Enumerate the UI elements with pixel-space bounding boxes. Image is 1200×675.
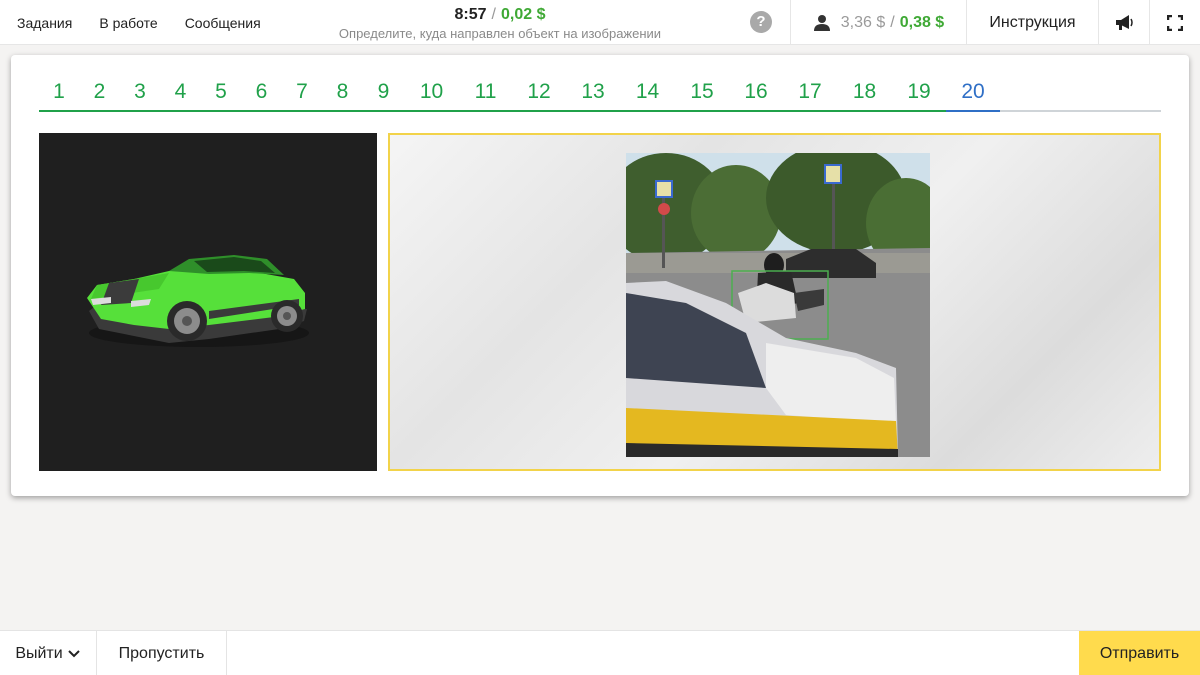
tab-12[interactable]: 12 xyxy=(512,75,566,112)
tab-20[interactable]: 20 xyxy=(946,75,1000,112)
help-icon[interactable]: ? xyxy=(750,11,772,33)
timer-line: 8:57/ 0,02 $ xyxy=(300,4,700,26)
tab-9[interactable]: 9 xyxy=(363,75,404,112)
street-photo xyxy=(626,153,930,457)
fullscreen-button[interactable] xyxy=(1150,0,1200,45)
balance[interactable]: 3,36 $/0,38 $ xyxy=(791,0,966,45)
tab-13[interactable]: 13 xyxy=(566,75,620,112)
skip-button[interactable]: Пропустить xyxy=(97,631,227,675)
task-reward: 0,02 $ xyxy=(501,6,546,23)
balance-today: 0,38 $ xyxy=(899,13,945,31)
task-panel: 1 2 3 4 5 6 7 8 9 10 11 12 13 14 15 16 17 18 19 20 xyxy=(11,55,1189,496)
green-car-image xyxy=(87,255,309,347)
tab-15[interactable]: 15 xyxy=(675,75,729,112)
tab-16[interactable]: 16 xyxy=(729,75,783,112)
timer: 8:57 xyxy=(454,6,487,23)
tab-10[interactable]: 10 xyxy=(404,75,459,112)
tab-7[interactable]: 7 xyxy=(282,75,322,112)
tab-1[interactable]: 1 xyxy=(39,75,79,112)
task-photo xyxy=(626,153,930,457)
exit-label: Выйти xyxy=(15,644,63,662)
fullscreen-icon xyxy=(1167,14,1183,31)
tab-6[interactable]: 6 xyxy=(241,75,282,112)
bottom-bar: Выйти Пропустить Отправить xyxy=(0,630,1200,675)
balance-separator: / xyxy=(890,13,895,31)
tab-3[interactable]: 3 xyxy=(120,75,160,112)
task-title: Определите, куда направлен объект на изо… xyxy=(338,26,662,41)
exit-button[interactable]: Выйти xyxy=(0,631,97,675)
task-tabs: 1 2 3 4 5 6 7 8 9 10 11 12 13 14 15 16 17 18 19 20 xyxy=(39,75,1161,112)
nav-messages[interactable]: Сообщения xyxy=(185,15,261,31)
tab-2[interactable]: 2 xyxy=(79,75,120,112)
tab-11[interactable]: 11 xyxy=(459,75,512,112)
balance-total: 3,36 $ xyxy=(840,13,886,31)
tab-5[interactable]: 5 xyxy=(201,75,241,112)
nav-tasks[interactable]: Задания xyxy=(17,15,72,31)
work-area[interactable] xyxy=(388,133,1161,471)
submit-button[interactable]: Отправить xyxy=(1079,631,1200,675)
user-balance-icon xyxy=(813,14,830,31)
chevron-down-icon xyxy=(67,649,80,657)
tab-4[interactable]: 4 xyxy=(160,75,201,112)
task-info: 8:57/ 0,02 $ Определите, куда направлен о… xyxy=(300,4,700,42)
tab-19[interactable]: 19 xyxy=(892,75,946,112)
separator: / xyxy=(491,6,496,23)
top-bar: Задания В работе Сообщения 8:57/0,02 $ О… xyxy=(0,0,1200,45)
main-nav: Задания В работе Сообщения xyxy=(0,0,271,45)
reference-image xyxy=(39,133,377,471)
megaphone-icon xyxy=(1116,14,1133,30)
tab-14[interactable]: 14 xyxy=(620,75,675,112)
tab-17[interactable]: 17 xyxy=(783,75,837,112)
instructions-button[interactable]: Инструкция xyxy=(967,0,1098,45)
tab-18[interactable]: 18 xyxy=(837,75,892,112)
tab-8[interactable]: 8 xyxy=(322,75,363,112)
nav-in-progress[interactable]: В работе xyxy=(99,15,157,31)
announcements-button[interactable] xyxy=(1099,0,1149,45)
